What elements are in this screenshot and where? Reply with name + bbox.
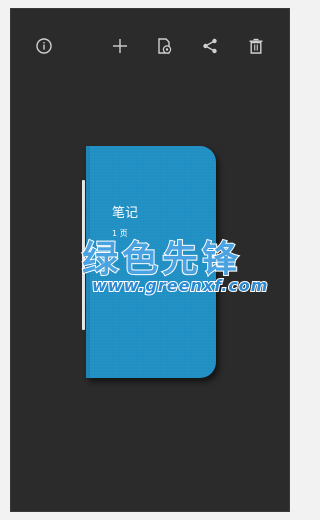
share-icon: [201, 37, 219, 55]
notebook-page-count: 1 页: [112, 229, 128, 238]
top-toolbar: [10, 8, 290, 82]
notebook-page-edge: [82, 180, 85, 330]
app-screen: 笔记 1 页 绿色先锋 www.greenxf.com: [10, 8, 290, 512]
add-notebook-button[interactable]: [108, 34, 132, 58]
notebook-cover[interactable]: 笔记 1 页: [86, 146, 216, 378]
add-icon: [111, 37, 129, 55]
notebook-card[interactable]: 笔记 1 页: [82, 146, 218, 382]
info-icon: [35, 37, 53, 55]
delete-icon: [247, 37, 265, 55]
delete-button[interactable]: [244, 34, 268, 58]
notebook-title: 笔记: [112, 206, 139, 221]
info-button[interactable]: [32, 34, 56, 58]
share-button[interactable]: [198, 34, 222, 58]
settings-page-icon: [155, 37, 173, 55]
notebook-settings-button[interactable]: [152, 34, 176, 58]
